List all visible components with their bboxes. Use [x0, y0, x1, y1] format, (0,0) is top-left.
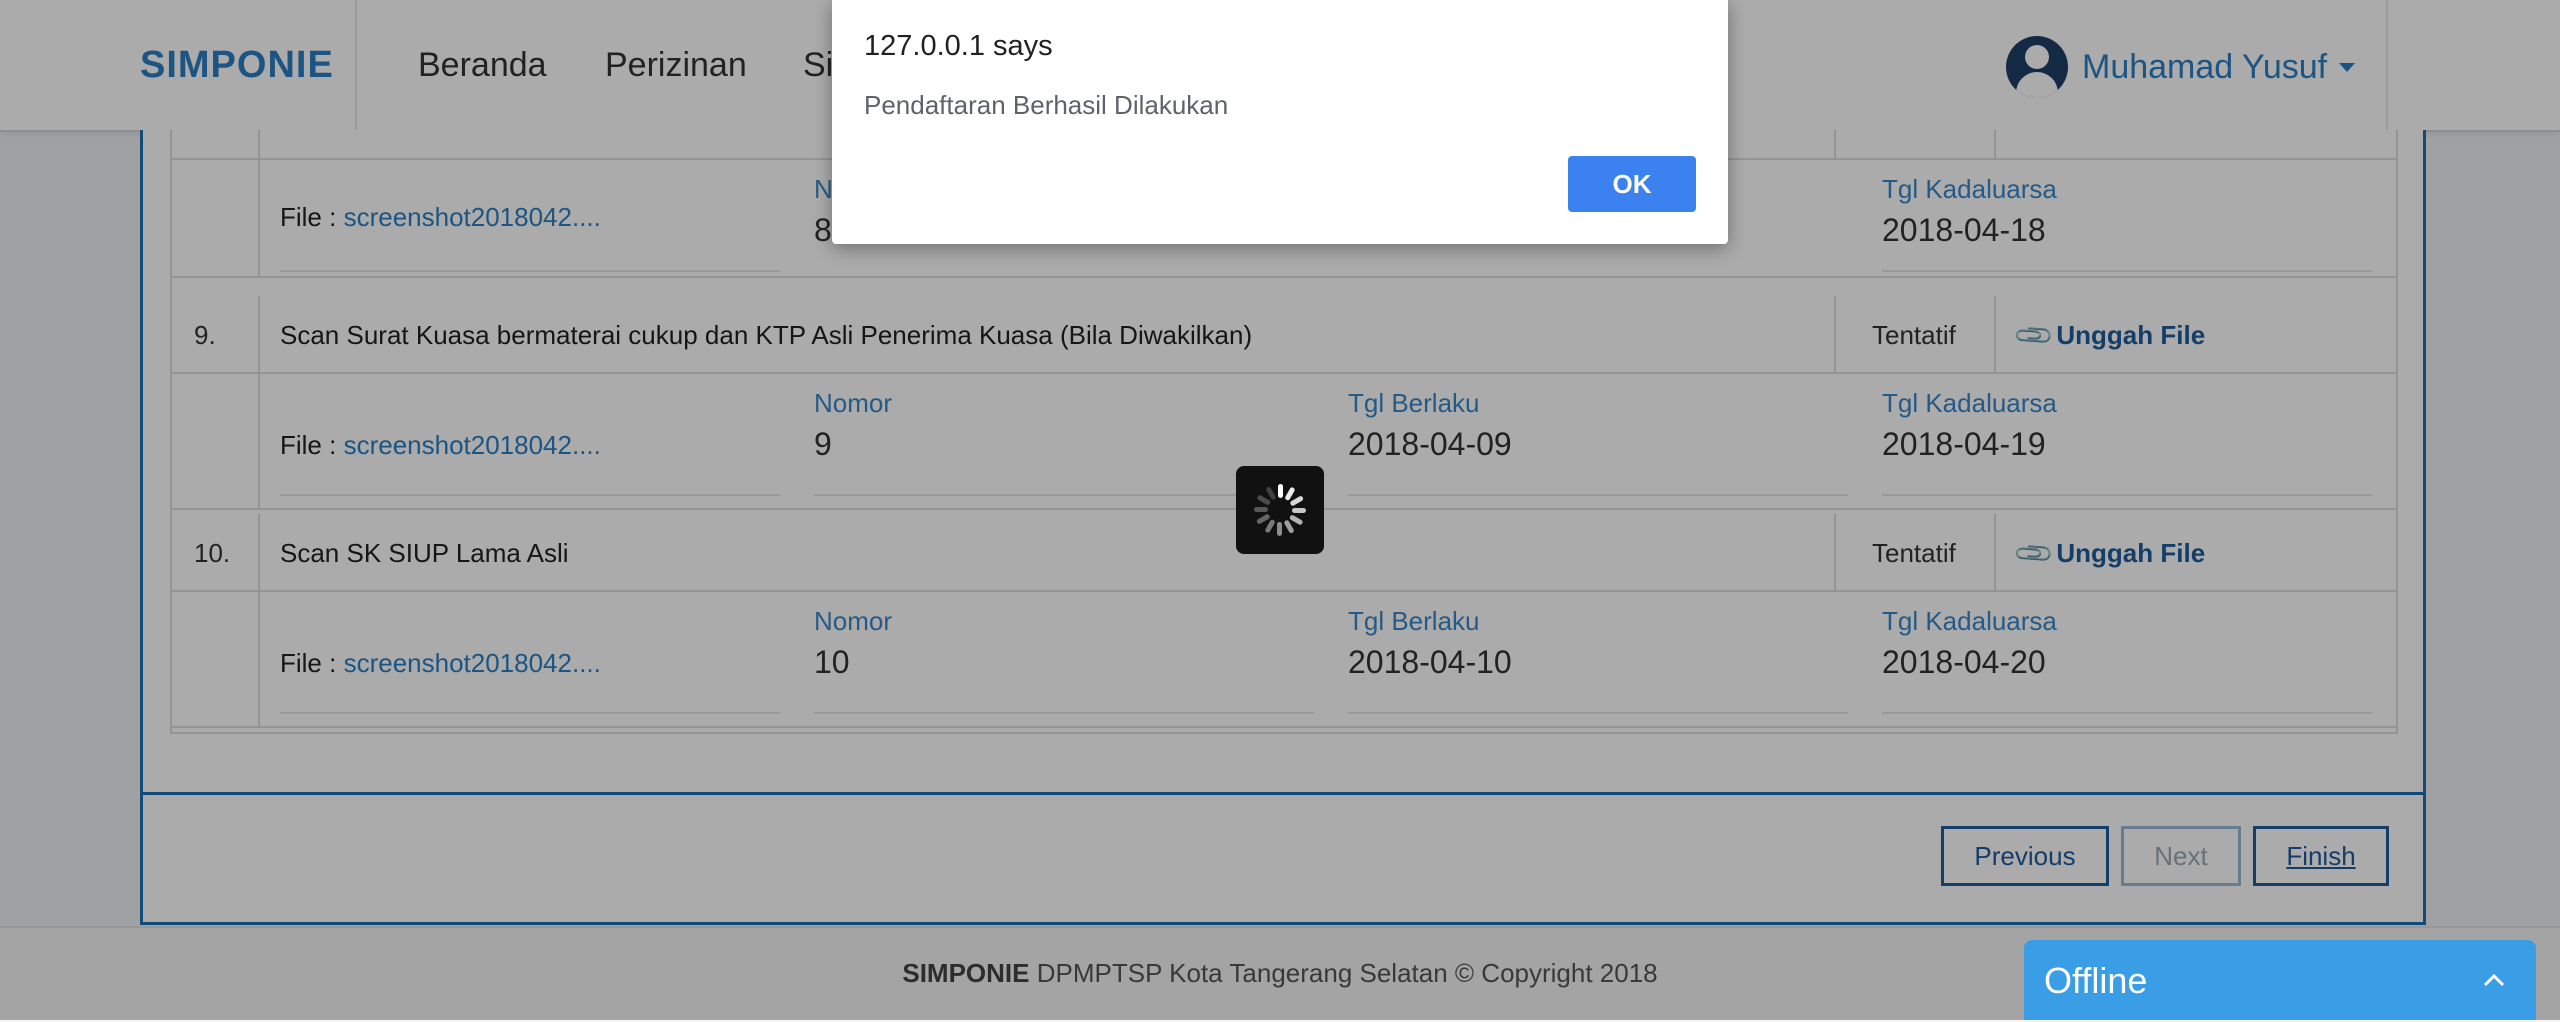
loading-spinner-icon [1236, 466, 1324, 554]
alert-message: Pendaftaran Berhasil Dilakukan [864, 90, 1229, 120]
alert-dialog: 127.0.0.1 says Pendaftaran Berhasil Dila… [832, 0, 1728, 244]
offline-chat-tab[interactable]: Offline [2024, 940, 2536, 1020]
chevron-up-icon [2483, 973, 2505, 987]
chat-status-label: Offline [2044, 960, 2148, 1001]
ok-button[interactable]: OK [1568, 156, 1696, 212]
alert-title: 127.0.0.1 says [864, 30, 1053, 62]
